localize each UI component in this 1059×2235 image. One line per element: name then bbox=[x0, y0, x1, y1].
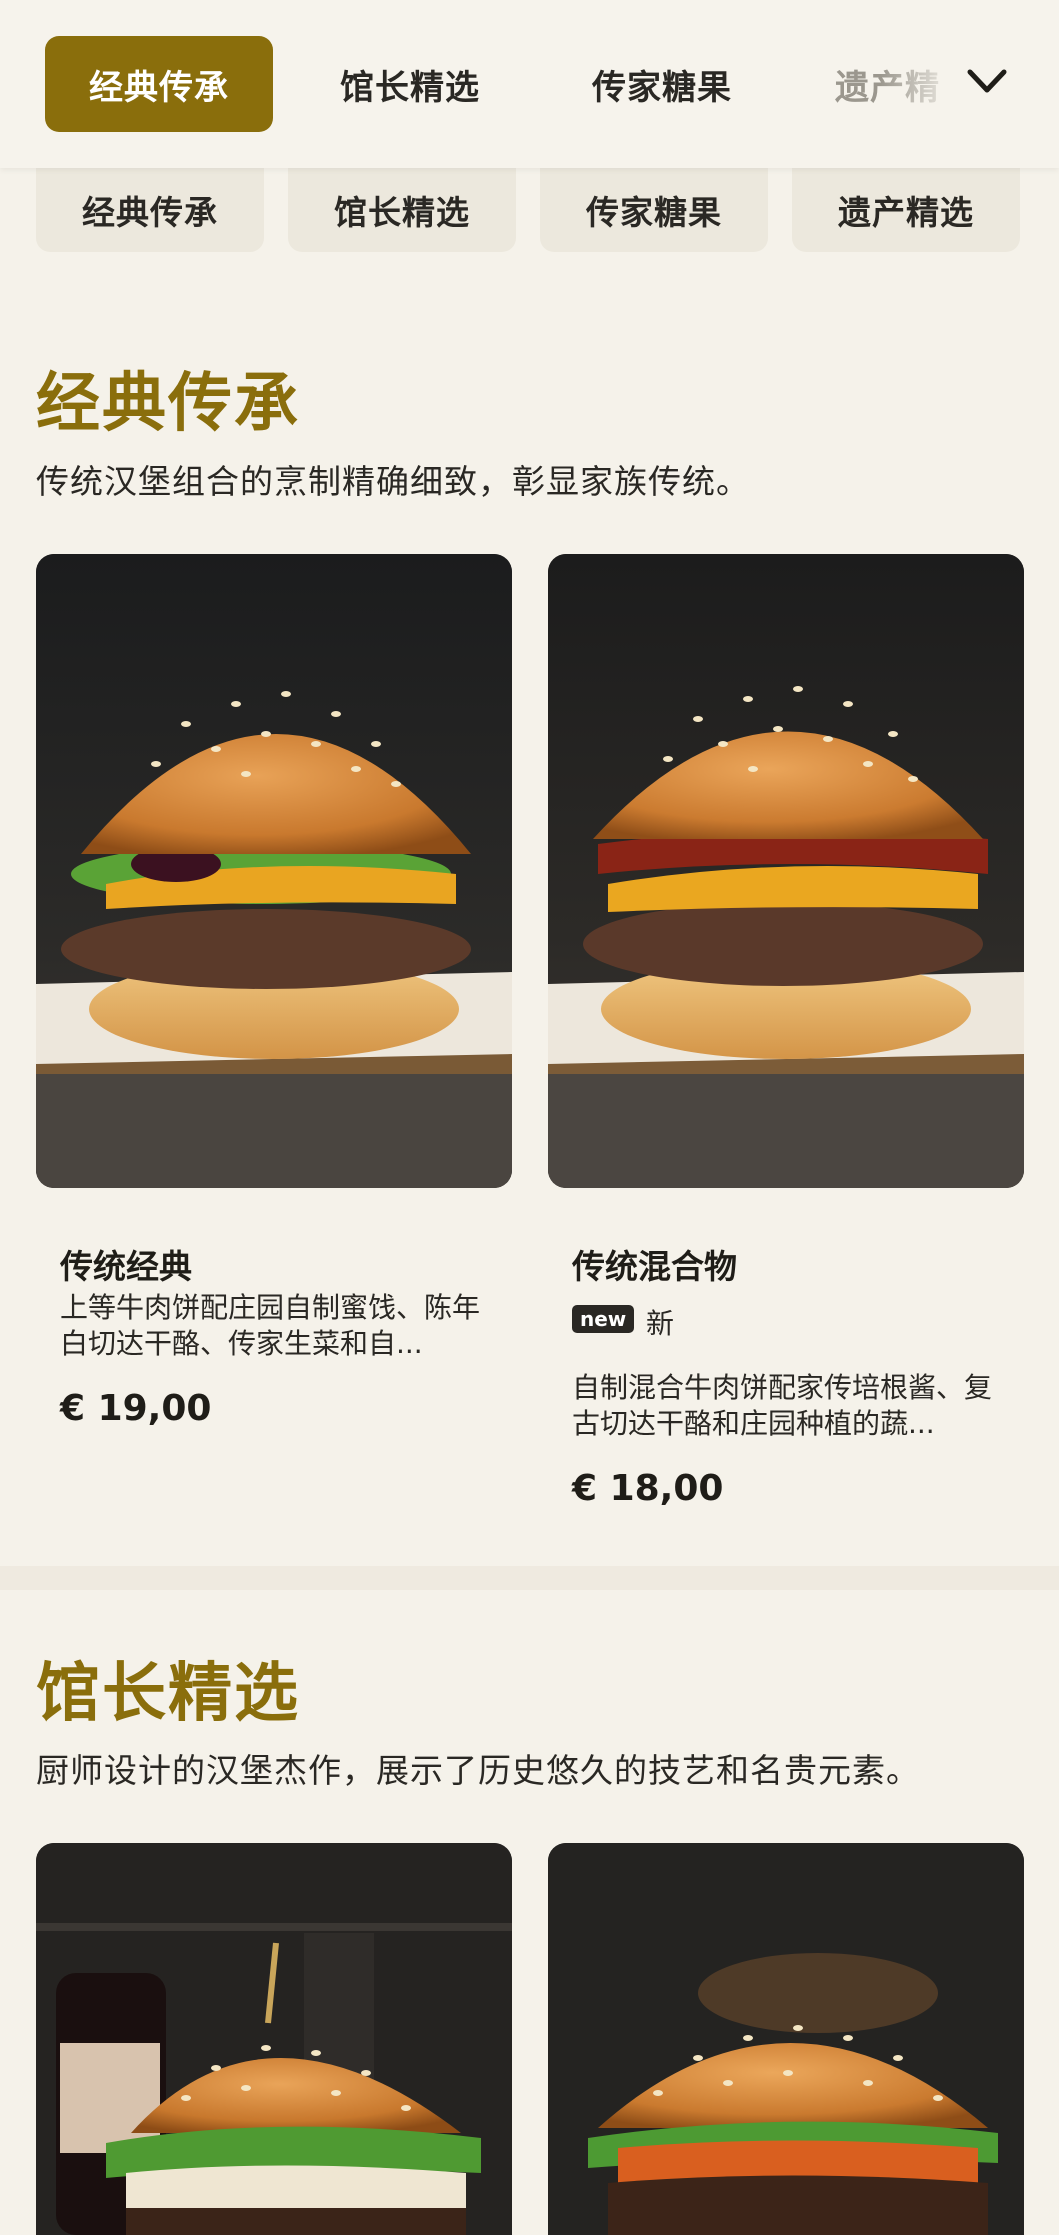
section-title: 经典传承 bbox=[36, 367, 300, 441]
product-name[interactable]: 传统混合物 bbox=[572, 1240, 737, 1288]
tab-curator-selection[interactable]: 馆长精选 bbox=[300, 36, 520, 132]
product-image-traditional-blend[interactable] bbox=[548, 554, 1024, 1188]
chevron-down-icon[interactable] bbox=[964, 62, 1010, 102]
product-image-curator-1[interactable] bbox=[36, 1843, 512, 2235]
chip-heritage-selection[interactable]: 遗产精选 bbox=[792, 168, 1020, 252]
tab-classic-heritage[interactable]: 经典传承 bbox=[45, 36, 273, 132]
product-image-curator-2[interactable] bbox=[548, 1843, 1024, 2235]
product-description: 自制混合牛肉饼配家传培根酱、复古切达干酪和庄园种植的蔬... bbox=[572, 1371, 992, 1440]
chip-heirloom-candy[interactable]: 传家糖果 bbox=[540, 168, 768, 252]
chip-classic-heritage[interactable]: 经典传承 bbox=[36, 168, 264, 252]
product-price: € 18,00 bbox=[572, 1468, 724, 1509]
product-price: € 19,00 bbox=[60, 1388, 212, 1429]
new-badge-label: 新 bbox=[646, 1307, 675, 1340]
chip-curator-selection[interactable]: 馆长精选 bbox=[288, 168, 516, 252]
tab-heirloom-candy[interactable]: 传家糖果 bbox=[552, 36, 772, 132]
new-badge: new bbox=[572, 1305, 635, 1333]
section-description: 厨师设计的汉堡杰作，展示了历史悠久的技艺和名贵元素。 bbox=[36, 1751, 920, 1790]
product-name[interactable]: 传统经典 bbox=[60, 1240, 192, 1288]
section-description: 传统汉堡组合的烹制精确细致，彰显家族传统。 bbox=[36, 462, 750, 501]
category-tab-bar: 经典传承 馆长精选 传家糖果 遗产精 bbox=[0, 0, 1059, 168]
tab-fade-overlay bbox=[880, 30, 960, 140]
product-image-traditional-classic[interactable] bbox=[36, 554, 512, 1188]
product-description: 上等牛肉饼配庄园自制蜜饯、陈年白切达干酪、传家生菜和自... bbox=[60, 1291, 480, 1360]
section-title: 馆长精选 bbox=[36, 1657, 300, 1731]
section-divider bbox=[0, 1566, 1059, 1590]
